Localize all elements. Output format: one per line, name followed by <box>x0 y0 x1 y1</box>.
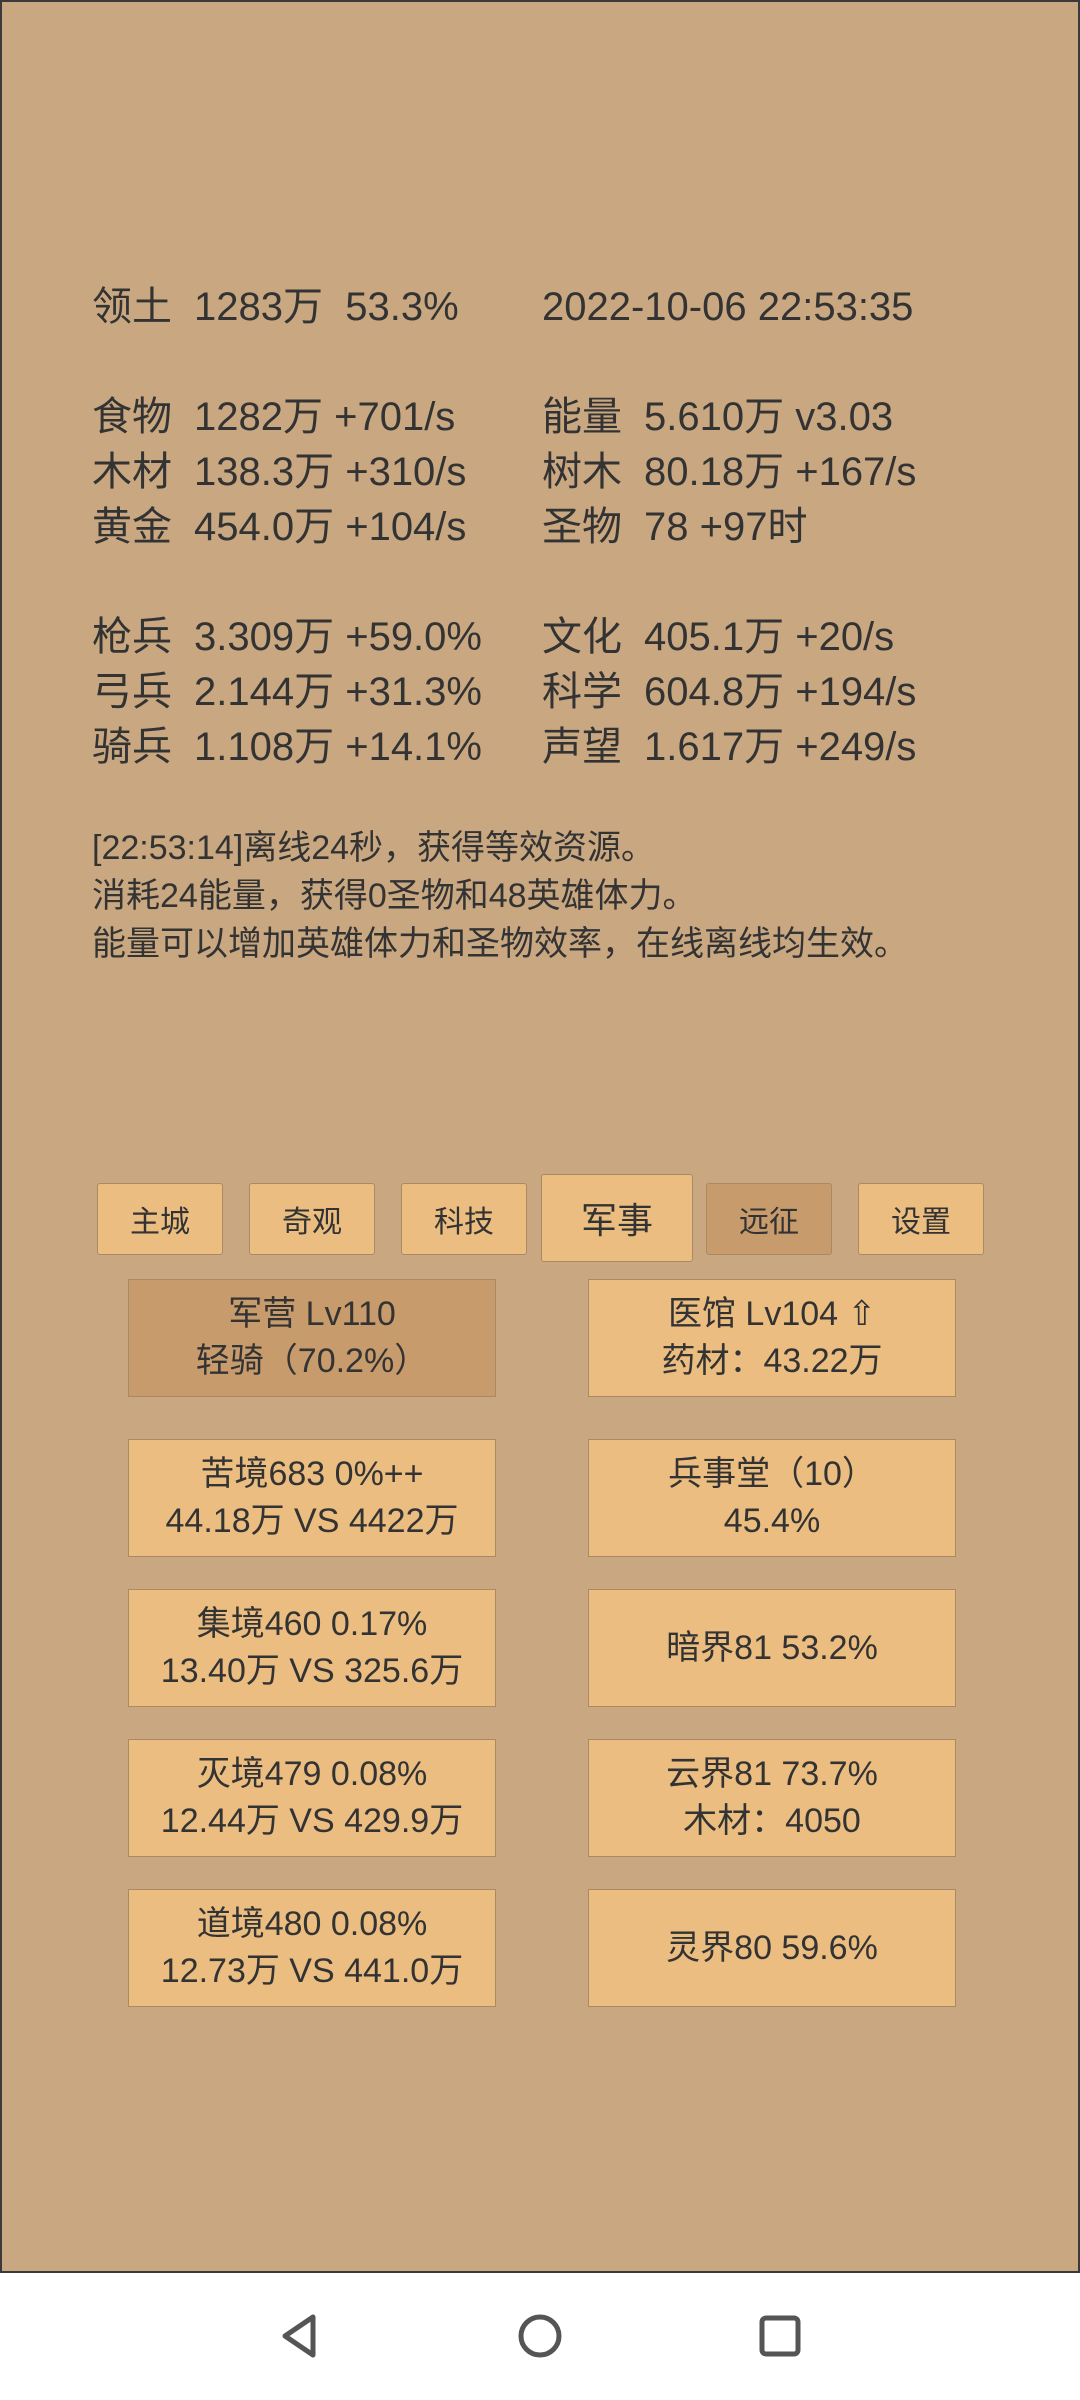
archer-value: 2.144万 +31.3% <box>194 670 482 714</box>
realm-card-daojing[interactable]: 道境480 0.08% 12.73万 VS 441.0万 <box>128 1889 496 2007</box>
system-nav-bar <box>0 2273 1080 2400</box>
food-label: 食物 <box>92 395 172 439</box>
message-line: 消耗24能量，获得0圣物和48英雄体力。 <box>92 877 697 915</box>
prestige-label: 声望 <box>542 725 622 769</box>
wood-value: 138.3万 +310/s <box>194 450 467 494</box>
realm-card-lingjie[interactable]: 灵界80 59.6% <box>588 1889 956 2007</box>
wood-label: 木材 <box>92 450 172 494</box>
territory-label: 领土 <box>92 285 172 329</box>
card-detail: 44.18万 VS 4422万 <box>165 1502 459 1540</box>
stat-row: 弓兵 2.144万 +31.3% 科学 604.8万 +194/s <box>92 665 1012 720</box>
trees-label: 树木 <box>542 450 622 494</box>
cavalry-label: 骑兵 <box>92 725 172 769</box>
recents-icon[interactable] <box>735 2291 825 2381</box>
relic-label: 圣物 <box>542 505 622 549</box>
cavalry-value: 1.108万 +14.1% <box>194 725 482 769</box>
stat-row: 黄金 454.0万 +104/s 圣物 78 +97时 <box>92 500 1012 555</box>
spearman-value: 3.309万 +59.0% <box>194 615 482 659</box>
game-screen: 领土 1283万 53.3% 2022-10-06 22:53:35 食物 1282… <box>0 0 1080 2273</box>
culture-label: 文化 <box>542 615 622 659</box>
stat-row: 枪兵 3.309万 +59.0% 文化 405.1万 +20/s <box>92 610 1012 665</box>
card-title: 云界81 73.7% <box>666 1755 878 1793</box>
realm-card-miejing[interactable]: 灭境479 0.08% 12.44万 VS 429.9万 <box>128 1739 496 1857</box>
message-log: [22:53:14]离线24秒，获得等效资源。 消耗24能量，获得0圣物和48英… <box>92 824 1052 968</box>
realm-card-anjie[interactable]: 暗界81 53.2% <box>588 1589 956 1707</box>
stat-row: 骑兵 1.108万 +14.1% 声望 1.617万 +249/s <box>92 720 1012 775</box>
military-hall-card[interactable]: 兵事堂（10） 45.4% <box>588 1439 956 1557</box>
card-title: 军营 Lv110 <box>228 1295 396 1333</box>
energy-label: 能量 <box>542 395 622 439</box>
back-icon[interactable] <box>255 2291 345 2381</box>
card-title: 医馆 Lv104 ⇧ <box>667 1295 877 1333</box>
tab-bar: 主城 奇观 科技 军事 远征 设置 <box>2 1174 1080 1264</box>
home-icon[interactable] <box>495 2291 585 2381</box>
realm-card-yunjie[interactable]: 云界81 73.7% 木材：4050 <box>588 1739 956 1857</box>
card-detail: 药材：43.22万 <box>661 1342 883 1380</box>
archer-label: 弓兵 <box>92 670 172 714</box>
message-line: [22:53:14]离线24秒，获得等效资源。 <box>92 829 656 867</box>
card-title: 兵事堂（10） <box>668 1455 876 1493</box>
card-detail: 13.40万 VS 325.6万 <box>160 1652 464 1690</box>
card-title: 道境480 0.08% <box>196 1905 428 1943</box>
science-label: 科学 <box>542 670 622 714</box>
card-title: 灵界80 59.6% <box>666 1928 878 1967</box>
territory-row: 领土 1283万 53.3% 2022-10-06 22:53:35 <box>92 280 1012 335</box>
territory-value: 1283万 <box>194 285 323 329</box>
relic-value: 78 +97时 <box>644 505 808 549</box>
territory-percent: 53.3% <box>345 285 459 329</box>
tab-military[interactable]: 军事 <box>541 1174 693 1262</box>
science-value: 604.8万 +194/s <box>644 670 917 714</box>
card-title: 灭境479 0.08% <box>196 1755 428 1793</box>
card-detail: 12.73万 VS 441.0万 <box>160 1952 464 1990</box>
tab-expedition[interactable]: 远征 <box>706 1183 832 1255</box>
card-detail: 45.4% <box>723 1502 821 1540</box>
message-line: 能量可以增加英雄体力和圣物效率，在线离线均生效。 <box>92 925 908 963</box>
card-detail: 12.44万 VS 429.9万 <box>160 1802 464 1840</box>
energy-value: 5.610万 v3.03 <box>644 395 894 439</box>
tab-main-city[interactable]: 主城 <box>97 1183 223 1255</box>
culture-value: 405.1万 +20/s <box>644 615 895 659</box>
card-title: 暗界81 53.2% <box>666 1628 878 1667</box>
tab-technology[interactable]: 科技 <box>401 1183 527 1255</box>
card-detail: 轻骑（70.2%） <box>195 1342 429 1380</box>
card-title: 集境460 0.17% <box>196 1605 428 1643</box>
tab-wonders[interactable]: 奇观 <box>249 1183 375 1255</box>
card-detail: 木材：4050 <box>683 1802 861 1840</box>
trees-value: 80.18万 +167/s <box>644 450 917 494</box>
spearman-label: 枪兵 <box>92 615 172 659</box>
gold-value: 454.0万 +104/s <box>194 505 467 549</box>
resource-stats: 领土 1283万 53.3% 2022-10-06 22:53:35 食物 1282… <box>92 280 1012 775</box>
prestige-value: 1.617万 +249/s <box>644 725 917 769</box>
datetime-display: 2022-10-06 22:53:35 <box>542 285 914 329</box>
tab-settings[interactable]: 设置 <box>858 1183 984 1255</box>
gold-label: 黄金 <box>92 505 172 549</box>
clinic-card[interactable]: 医馆 Lv104 ⇧ 药材：43.22万 <box>588 1279 956 1397</box>
card-title: 苦境683 0%++ <box>200 1455 424 1493</box>
food-value: 1282万 +701/s <box>194 395 456 439</box>
barracks-card[interactable]: 军营 Lv110 轻骑（70.2%） <box>128 1279 496 1397</box>
realm-card-jijing[interactable]: 集境460 0.17% 13.40万 VS 325.6万 <box>128 1589 496 1707</box>
stat-row: 食物 1282万 +701/s 能量 5.610万 v3.03 <box>92 390 1012 445</box>
stat-row: 木材 138.3万 +310/s 树木 80.18万 +167/s <box>92 445 1012 500</box>
realm-card-kujing[interactable]: 苦境683 0%++ 44.18万 VS 4422万 <box>128 1439 496 1557</box>
